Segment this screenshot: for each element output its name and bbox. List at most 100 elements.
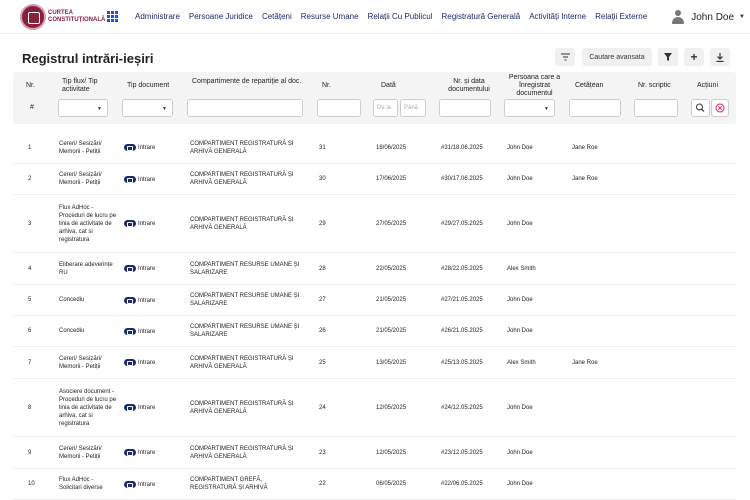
- cell-cetatean: Jane Roe: [572, 176, 598, 182]
- filter-hash: #: [30, 104, 34, 111]
- download-button[interactable]: [710, 48, 730, 66]
- cell-data: 06/05/2025: [376, 481, 407, 487]
- cell-tip-flux: Concediu: [59, 297, 85, 303]
- menu-item-relatii-externe[interactable]: Relații Externe: [595, 12, 647, 24]
- menu-item-resurse-umane[interactable]: Resurse Umane: [301, 12, 359, 24]
- table-row[interactable]: 2 Cereri/ Sesizări/ Memorii - Petiții COMP…: [13, 164, 736, 195]
- cell-compartiment: COMPARTIMENT REGISTRATURĂ ȘI ARHIVĂ GENE…: [190, 217, 294, 231]
- document-type-badge: Intrare: [124, 144, 155, 151]
- filter-nr-data-doc-input[interactable]: [439, 99, 491, 117]
- filter-cetatean-input[interactable]: [569, 99, 621, 117]
- cell-nr-data-doc: #28/22.05.2025: [441, 266, 483, 272]
- document-type-label: Intrare: [138, 265, 156, 272]
- col-header-data[interactable]: Dată: [381, 82, 396, 90]
- logo[interactable]: CURTEA CONSTITUȚIONALĂ: [20, 4, 105, 30]
- filter-compartimente-input[interactable]: [187, 99, 303, 117]
- document-type-label: Intrare: [138, 176, 156, 183]
- cell-nr-2: 28: [319, 266, 326, 272]
- cell-data: 12/05/2025: [376, 405, 407, 411]
- cell-nr-2: 25: [319, 360, 326, 366]
- cell-tip-flux: Flux AdHoc - Solicitari diverse: [59, 477, 103, 491]
- cell-nr-2: 24: [319, 405, 326, 411]
- logo-text: CURTEA CONSTITUȚIONALĂ: [48, 10, 106, 23]
- cell-data: 21/05/2025: [376, 328, 407, 334]
- table-row[interactable]: 4 Eliberare adeverințe RU COMPARTIMENT RES…: [13, 253, 736, 285]
- col-header-persoana[interactable]: Persoana care a înregistrat documentul: [507, 74, 562, 98]
- download-icon: [716, 52, 724, 62]
- cell-data: 12/05/2025: [376, 450, 407, 456]
- filter-tip-document-select[interactable]: ▼: [122, 99, 173, 117]
- cell-nr: 4: [28, 266, 32, 272]
- col-header-tip-flux[interactable]: Tip flux/ Tip activitate: [62, 78, 110, 94]
- document-type-label: Intrare: [138, 144, 156, 151]
- filter-date-from[interactable]: De la: [373, 99, 398, 117]
- col-header-cetatean[interactable]: Cetățean: [575, 82, 603, 90]
- menu-item-relatii-cu-publicul[interactable]: Relații Cu Publicul: [368, 12, 433, 24]
- menu-item-registratura-generala[interactable]: Registratură Generală: [441, 12, 520, 24]
- incoming-icon: [124, 359, 136, 366]
- document-type-label: Intrare: [138, 449, 156, 456]
- cell-data: 21/05/2025: [376, 297, 407, 303]
- table-row[interactable]: 1 Cereri/ Sesizări/ Memorii - Petiții COMP…: [13, 132, 736, 164]
- cell-nr-data-doc: #30/17.06.2025: [441, 176, 483, 182]
- col-header-nr: Nr.: [26, 82, 35, 89]
- cell-nr-data-doc: #29/27.05.2025: [441, 221, 483, 227]
- menu-item-persoane-juridice[interactable]: Persoane Juridice: [189, 12, 253, 24]
- funnel-filter-button[interactable]: [658, 48, 678, 66]
- document-type-label: Intrare: [138, 404, 156, 411]
- incoming-icon: [124, 176, 136, 183]
- cell-tip-flux: Concediu: [59, 328, 85, 334]
- seal-icon: [20, 4, 46, 30]
- table-row[interactable]: 8 Asociere document - Proceduri de lucru …: [13, 379, 736, 437]
- col-header-nr-data-doc[interactable]: Nr. și data documentului: [444, 78, 494, 94]
- filter-nr-input[interactable]: [317, 99, 361, 117]
- cell-tip-flux: Cereri/ Sesizări/ Memorii - Petiții: [59, 446, 102, 460]
- cell-nr: 7: [28, 360, 32, 366]
- menu-item-cetateni[interactable]: Cetățeni: [262, 12, 292, 24]
- table-row[interactable]: 5 Concediu COMPARTIMENT RESURSE UMANE ȘI S…: [13, 285, 736, 316]
- table-row[interactable]: 3 Flux AdHoc - Proceduri de lucru pe lini…: [13, 195, 736, 253]
- col-header-nr-scriptic[interactable]: Nr. scriptic: [638, 82, 671, 90]
- menu-item-administrare[interactable]: Administrare: [135, 12, 180, 24]
- user-avatar-icon: [670, 9, 686, 25]
- col-header-nr-2[interactable]: Nr.: [322, 82, 331, 90]
- filter-nr-scriptic-input[interactable]: [634, 99, 678, 117]
- table-row[interactable]: 6 Concediu COMPARTIMENT RESURSE UMANE ȘI S…: [13, 316, 736, 347]
- cell-nr-data-doc: #22/06.05.2025: [441, 481, 483, 487]
- col-header-tip-document[interactable]: Tip document: [127, 82, 169, 90]
- filter-date-to[interactable]: Până: [400, 99, 426, 117]
- cell-cetatean: Jane Roe: [572, 145, 598, 151]
- cell-nr: 9: [28, 450, 32, 456]
- table-row[interactable]: 10 Flux AdHoc - Solicitari diverse COMPART…: [13, 469, 736, 500]
- advanced-search-button[interactable]: Cautare avansata: [582, 48, 652, 66]
- cell-nr-2: 22: [319, 481, 326, 487]
- document-type-badge: Intrare: [124, 328, 155, 335]
- apps-grid-icon[interactable]: [107, 11, 118, 22]
- cell-tip-flux: Flux AdHoc - Proceduri de lucru pe linia…: [59, 205, 117, 243]
- user-menu[interactable]: John Doe ▼: [670, 7, 745, 27]
- add-button[interactable]: +: [684, 48, 704, 66]
- document-type-badge: Intrare: [124, 297, 155, 304]
- filter-tip-flux-select[interactable]: ▼: [58, 99, 108, 117]
- cell-nr-2: 30: [319, 176, 326, 182]
- cell-persoana: John Doe: [507, 481, 533, 487]
- filter-toggle-button[interactable]: [555, 48, 575, 66]
- cell-data: 18/06/2025: [376, 145, 407, 151]
- search-icon: [696, 103, 705, 112]
- col-header-compartimente[interactable]: Compartimente de repartiție al doc.: [192, 78, 307, 86]
- document-type-badge: Intrare: [124, 176, 155, 183]
- cell-nr: 2: [28, 176, 32, 182]
- date-from-placeholder: De la: [377, 105, 392, 111]
- cell-persoana: John Doe: [507, 450, 533, 456]
- menu-item-activitati-interne[interactable]: Activități Interne: [529, 12, 586, 24]
- incoming-icon: [124, 449, 136, 456]
- clear-filters-button[interactable]: [711, 99, 729, 117]
- table-row[interactable]: 7 Cereri/ Sesizări/ Memorii - Petiții COMP…: [13, 347, 736, 379]
- cell-compartiment: COMPARTIMENT REGISTRATURĂ ȘI ARHIVĂ GENE…: [190, 401, 294, 415]
- incoming-icon: [124, 404, 136, 411]
- cell-compartiment: COMPARTIMENT RESURSE UMANE ȘI SALARIZARE: [190, 324, 300, 338]
- table-row[interactable]: 9 Cereri/ Sesizări/ Memorii - Petiții COMP…: [13, 437, 736, 469]
- cell-nr: 3: [28, 221, 32, 227]
- search-button[interactable]: [691, 99, 710, 117]
- filter-persoana-select[interactable]: ▼: [504, 99, 555, 117]
